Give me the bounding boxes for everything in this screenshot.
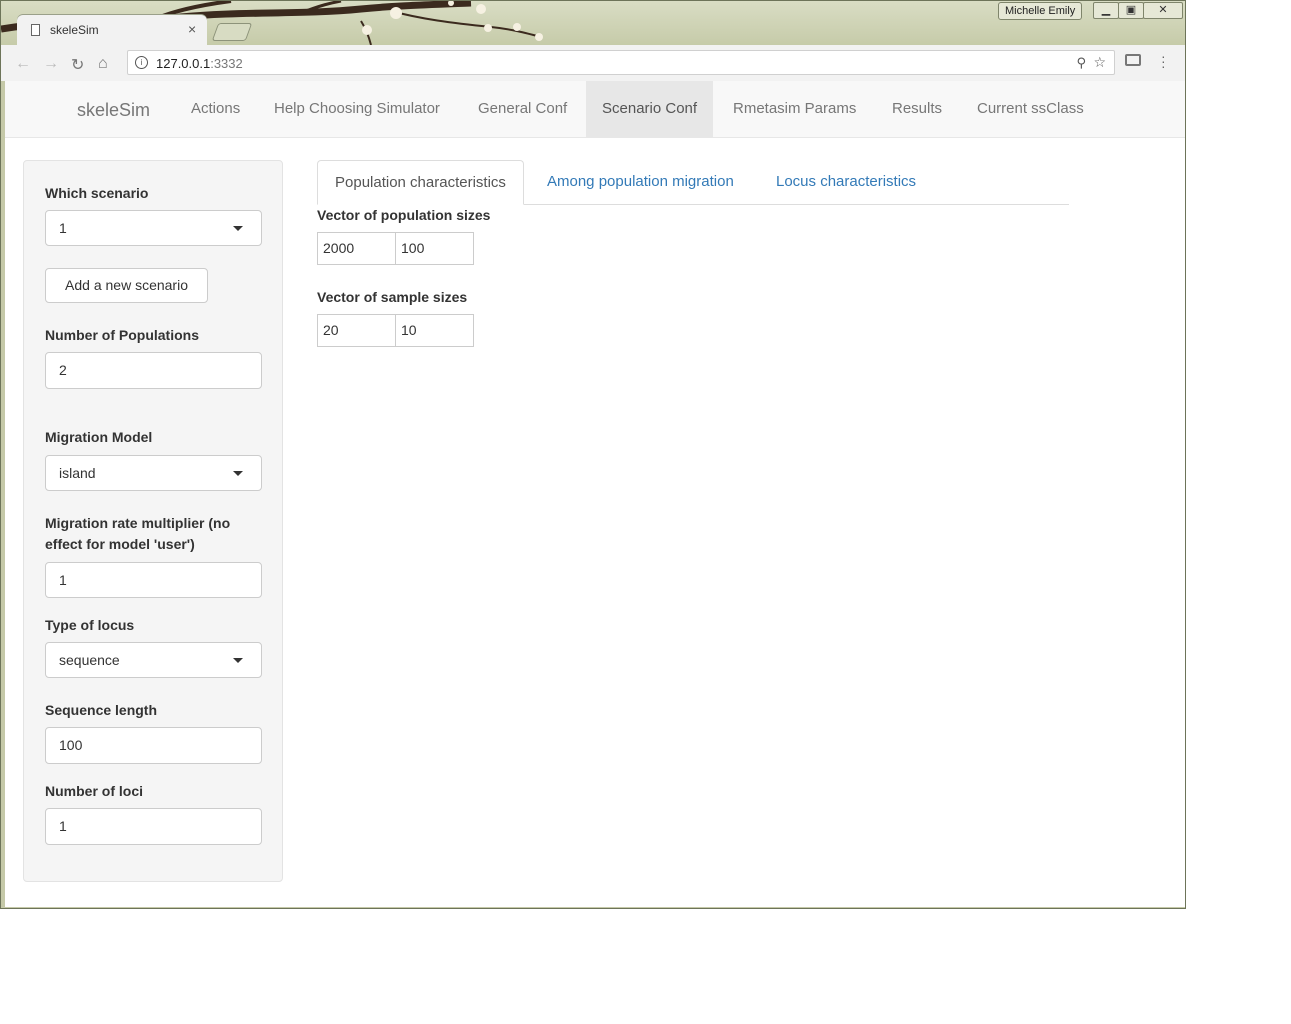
which-scenario-label: Which scenario [45, 185, 149, 201]
brand-title[interactable]: skeleSim [77, 100, 150, 121]
nav-results[interactable]: Results [876, 81, 958, 137]
sequence-length-input[interactable]: 100 [45, 727, 262, 764]
tab-title: skeleSim [50, 23, 99, 37]
which-scenario-value: 1 [59, 220, 67, 236]
reload-icon[interactable]: ↻ [71, 55, 84, 75]
sequence-length-label: Sequence length [45, 702, 158, 718]
title-bar: skeleSim × Michelle Emily ▁ ▣ ✕ [1, 1, 1185, 45]
star-icon[interactable]: ☆ [1093, 54, 1106, 71]
population-sizes-label: Vector of population sizes [317, 207, 491, 223]
nav-help-choosing-simulator[interactable]: Help Choosing Simulator [258, 81, 456, 137]
browser-toolbar: ← → ↻ ⌂ i 127.0.0.1:3332 ⚲ ☆ · · · [1, 45, 1185, 81]
content-tabs: Population characteristics Among populat… [317, 160, 1069, 205]
which-scenario-select[interactable]: 1 [45, 210, 262, 246]
chevron-down-icon [233, 471, 243, 476]
menu-icon[interactable]: · · · [1161, 49, 1166, 73]
nav-scenario-conf[interactable]: Scenario Conf [586, 81, 714, 137]
migration-rate-label: Migration rate multiplier (no effect for … [45, 515, 231, 552]
migration-model-value: island [59, 465, 96, 481]
user-profile-button[interactable]: Michelle Emily [998, 2, 1083, 20]
nav-rmetasim-params[interactable]: Rmetasim Params [717, 81, 872, 137]
url-text: 127.0.0.1:3332 [156, 56, 243, 71]
locus-type-label: Type of locus [45, 617, 135, 633]
forward-icon[interactable]: → [43, 55, 59, 73]
nav-current-ssclass[interactable]: Current ssClass [961, 81, 1100, 137]
chevron-down-icon [233, 226, 243, 231]
browser-tab[interactable]: skeleSim × [17, 15, 207, 45]
sample-size-cell[interactable]: 20 [317, 314, 396, 347]
tab-among-population-migration[interactable]: Among population migration [530, 160, 751, 204]
tab-locus-characteristics[interactable]: Locus characteristics [759, 160, 933, 204]
add-scenario-button[interactable]: Add a new scenario [45, 268, 208, 303]
locus-type-select[interactable]: sequence [45, 642, 262, 678]
num-loci-input[interactable]: 1 [45, 808, 262, 845]
browser-window: skeleSim × Michelle Emily ▁ ▣ ✕ ← → ↻ ⌂ … [0, 0, 1186, 909]
page-viewport: skeleSim Actions Help Choosing Simulator… [5, 81, 1185, 907]
page-icon [31, 24, 40, 36]
close-window-button[interactable]: ✕ [1143, 2, 1183, 19]
tab-population-characteristics[interactable]: Population characteristics [317, 160, 524, 205]
num-populations-label: Number of Populations [45, 327, 199, 343]
minimize-button[interactable]: ▁ [1093, 2, 1119, 19]
migration-model-label: Migration Model [45, 429, 153, 445]
app-navbar: skeleSim Actions Help Choosing Simulator… [5, 81, 1185, 138]
sample-size-cell[interactable]: 10 [395, 314, 474, 347]
chevron-down-icon [233, 658, 243, 663]
new-tab-button[interactable] [211, 23, 253, 41]
population-size-cell[interactable]: 100 [395, 232, 474, 265]
nav-general-conf[interactable]: General Conf [462, 81, 583, 137]
sample-sizes-label: Vector of sample sizes [317, 289, 468, 305]
home-icon[interactable]: ⌂ [98, 55, 108, 73]
info-icon[interactable]: i [135, 56, 148, 69]
sidebar-panel: Which scenario 1 Add a new scenario Numb… [23, 160, 283, 882]
zoom-icon[interactable]: ⚲ [1076, 55, 1086, 71]
migration-model-select[interactable]: island [45, 455, 262, 491]
locus-type-value: sequence [59, 652, 120, 668]
address-bar[interactable]: i 127.0.0.1:3332 ⚲ ☆ [127, 50, 1115, 75]
num-loci-label: Number of loci [45, 783, 144, 799]
nav-actions[interactable]: Actions [175, 81, 256, 137]
num-populations-input[interactable]: 2 [45, 352, 262, 389]
back-icon[interactable]: ← [15, 55, 31, 73]
migration-rate-input[interactable]: 1 [45, 562, 262, 598]
cast-icon[interactable] [1125, 54, 1141, 66]
maximize-button[interactable]: ▣ [1118, 2, 1144, 19]
close-icon[interactable]: × [188, 21, 196, 37]
population-size-cell[interactable]: 2000 [317, 232, 396, 265]
